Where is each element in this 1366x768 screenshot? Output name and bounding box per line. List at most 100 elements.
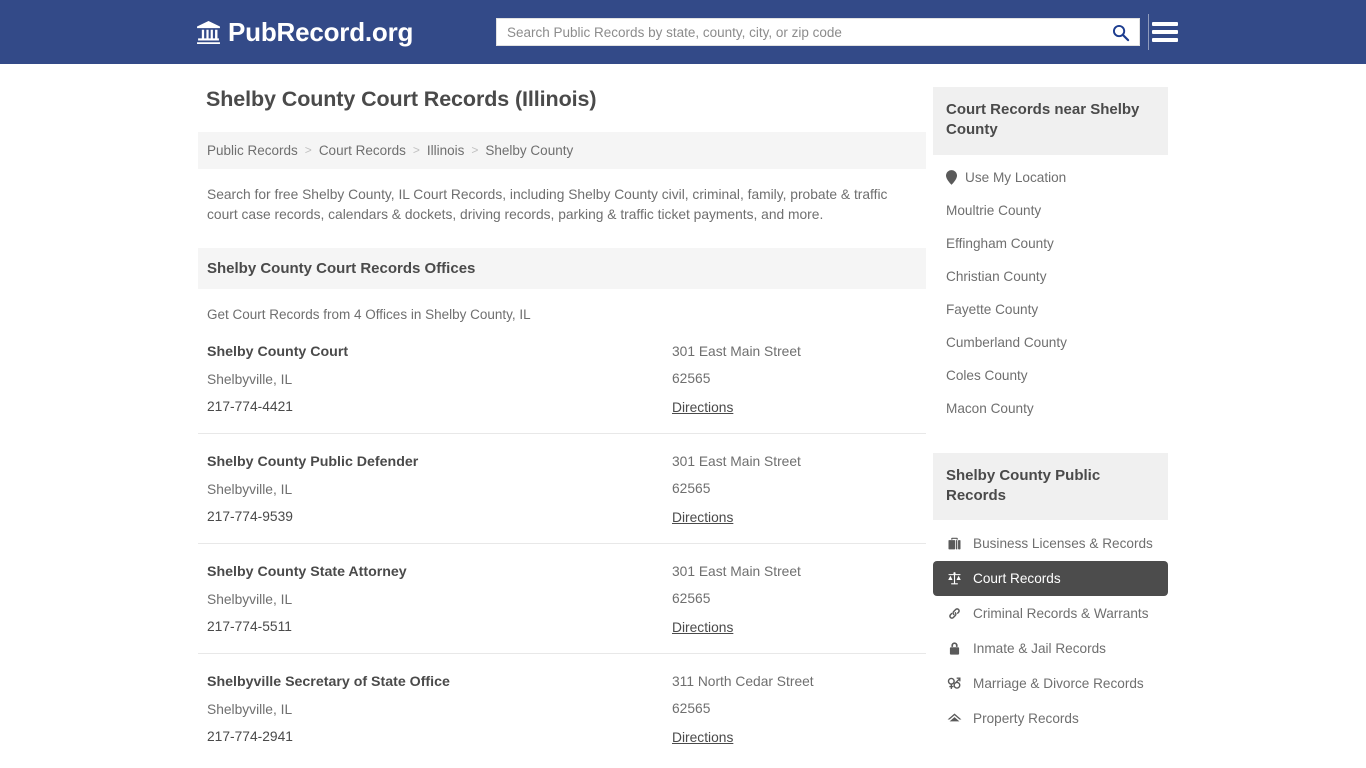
bank-icon bbox=[196, 20, 221, 45]
office-left-column: Shelby County Court Shelbyville, IL 217-… bbox=[207, 344, 672, 417]
office-row: Shelby County Public Defender Shelbyvill… bbox=[198, 434, 926, 544]
nearby-county-list: Use My Location Moultrie County Effingha… bbox=[933, 155, 1168, 429]
gender-symbols-icon bbox=[946, 675, 963, 692]
main-content: Shelby County Court Records (Illinois) P… bbox=[198, 87, 926, 768]
search-icon bbox=[1111, 23, 1130, 42]
nearby-county-cumberland[interactable]: Cumberland County bbox=[933, 326, 1168, 359]
hamburger-menu-icon[interactable] bbox=[1152, 19, 1178, 45]
page-title: Shelby County Court Records (Illinois) bbox=[206, 87, 597, 111]
page-intro-text: Search for free Shelby County, IL Court … bbox=[207, 186, 888, 223]
office-zip: 62565 bbox=[672, 591, 711, 607]
public-record-label: Business Licenses & Records bbox=[973, 536, 1153, 551]
offices-section-heading: Shelby County Court Records Offices bbox=[198, 247, 926, 289]
office-city-state: Shelbyville, IL bbox=[207, 591, 293, 607]
public-record-label: Marriage & Divorce Records bbox=[973, 676, 1144, 691]
nearby-county-moultrie[interactable]: Moultrie County bbox=[933, 194, 1168, 227]
directions-link[interactable]: Directions bbox=[672, 400, 733, 415]
office-street: 301 East Main Street bbox=[672, 563, 801, 579]
office-phone[interactable]: 217-774-2941 bbox=[207, 729, 672, 746]
breadcrumb-item-shelby-county[interactable]: Shelby County bbox=[485, 143, 573, 158]
scales-of-justice-icon bbox=[946, 570, 963, 587]
public-record-label: Property Records bbox=[973, 711, 1079, 726]
nearby-county-christian[interactable]: Christian County bbox=[933, 260, 1168, 293]
nearby-county-fayette[interactable]: Fayette County bbox=[933, 293, 1168, 326]
hamburger-bar-1 bbox=[1152, 22, 1178, 26]
search-bar[interactable] bbox=[496, 18, 1140, 46]
public-records-list: Business Licenses & Records Court Record… bbox=[933, 520, 1168, 736]
chain-link-icon bbox=[946, 605, 963, 622]
office-right-column: 301 East Main Street 62565 Directions bbox=[672, 344, 917, 417]
office-street: 301 East Main Street bbox=[672, 453, 801, 469]
office-zip: 62565 bbox=[672, 481, 711, 497]
nearby-county-label: Cumberland County bbox=[946, 334, 1067, 350]
office-phone[interactable]: 217-774-5511 bbox=[207, 619, 672, 636]
public-record-link-marriage-divorce-records[interactable]: Marriage & Divorce Records bbox=[933, 666, 1168, 701]
office-city-state: Shelbyville, IL bbox=[207, 371, 293, 387]
breadcrumb-separator: > bbox=[304, 143, 312, 158]
office-row: Shelby County State Attorney Shelbyville… bbox=[198, 544, 926, 654]
sidebar: Court Records near Shelby County Use My … bbox=[933, 87, 1168, 768]
directions-link[interactable]: Directions bbox=[672, 510, 733, 525]
directions-link[interactable]: Directions bbox=[672, 620, 733, 635]
nearby-county-macon[interactable]: Macon County bbox=[933, 392, 1168, 425]
lock-icon bbox=[946, 640, 963, 657]
house-icon bbox=[946, 710, 963, 727]
office-left-column: Shelby County Public Defender Shelbyvill… bbox=[207, 454, 672, 527]
nearby-county-label: Macon County bbox=[946, 400, 1034, 416]
office-city-state: Shelbyville, IL bbox=[207, 701, 293, 717]
offices-section-subtitle: Get Court Records from 4 Offices in Shel… bbox=[207, 306, 531, 322]
hamburger-bar-2 bbox=[1152, 30, 1178, 34]
breadcrumb-separator: > bbox=[412, 143, 420, 158]
search-input[interactable] bbox=[497, 19, 1101, 45]
nearby-court-records-panel: Court Records near Shelby County Use My … bbox=[933, 87, 1168, 429]
nearby-panel-title: Court Records near Shelby County bbox=[933, 87, 1168, 155]
office-row: Shelbyville Secretary of State Office Sh… bbox=[198, 654, 926, 763]
public-record-link-property-records[interactable]: Property Records bbox=[933, 701, 1168, 736]
page-body: Shelby County Court Records (Illinois) P… bbox=[0, 64, 1366, 768]
office-right-column: 301 East Main Street 62565 Directions bbox=[672, 454, 917, 527]
nearby-county-effingham[interactable]: Effingham County bbox=[933, 227, 1168, 260]
office-phone[interactable]: 217-774-4421 bbox=[207, 399, 672, 416]
public-record-label: Court Records bbox=[973, 571, 1061, 586]
public-record-label: Criminal Records & Warrants bbox=[973, 606, 1149, 621]
nearby-county-coles[interactable]: Coles County bbox=[933, 359, 1168, 392]
public-record-link-inmate-jail-records[interactable]: Inmate & Jail Records bbox=[933, 631, 1168, 666]
office-name: Shelby County Public Defender bbox=[207, 453, 419, 470]
site-logo-text: PubRecord.org bbox=[228, 16, 414, 47]
office-left-column: Shelby County State Attorney Shelbyville… bbox=[207, 564, 672, 637]
office-row: Shelby County Court Shelbyville, IL 217-… bbox=[198, 322, 926, 434]
nearby-county-label: Fayette County bbox=[946, 301, 1039, 317]
nearby-county-label: Moultrie County bbox=[946, 202, 1042, 218]
office-street: 311 North Cedar Street bbox=[672, 673, 814, 689]
public-records-panel-title: Shelby County Public Records bbox=[933, 452, 1168, 520]
office-left-column: Shelbyville Secretary of State Office Sh… bbox=[207, 674, 672, 747]
public-record-label: Inmate & Jail Records bbox=[973, 641, 1106, 656]
breadcrumb-separator: > bbox=[471, 143, 479, 158]
office-zip: 62565 bbox=[672, 701, 711, 717]
directions-link[interactable]: Directions bbox=[672, 730, 733, 745]
site-logo[interactable]: PubRecord.org bbox=[196, 17, 413, 48]
public-record-link-business-licenses[interactable]: Business Licenses & Records bbox=[933, 526, 1168, 561]
map-pin-icon bbox=[946, 169, 957, 185]
office-name: Shelby County Court bbox=[207, 343, 349, 360]
header-divider bbox=[1148, 14, 1149, 50]
use-my-location-button[interactable]: Use My Location bbox=[933, 161, 1168, 194]
office-name: Shelbyville Secretary of State Office bbox=[207, 673, 450, 690]
briefcase-icon bbox=[946, 535, 963, 552]
office-phone[interactable]: 217-774-9539 bbox=[207, 509, 672, 526]
nearby-county-label: Christian County bbox=[946, 268, 1047, 284]
hamburger-bar-3 bbox=[1152, 38, 1178, 42]
office-name: Shelby County State Attorney bbox=[207, 563, 407, 580]
breadcrumb-item-illinois[interactable]: Illinois bbox=[427, 143, 465, 158]
breadcrumb-item-court-records[interactable]: Court Records bbox=[319, 143, 406, 158]
breadcrumb-item-public-records[interactable]: Public Records bbox=[207, 143, 298, 158]
public-record-link-court-records[interactable]: Court Records bbox=[933, 561, 1168, 596]
office-city-state: Shelbyville, IL bbox=[207, 481, 293, 497]
office-right-column: 301 East Main Street 62565 Directions bbox=[672, 564, 917, 637]
site-header: PubRecord.org bbox=[0, 0, 1366, 64]
search-button[interactable] bbox=[1101, 19, 1139, 45]
nearby-county-label: Coles County bbox=[946, 367, 1028, 383]
office-zip: 62565 bbox=[672, 371, 711, 387]
nearby-county-label: Effingham County bbox=[946, 235, 1054, 251]
public-record-link-criminal-records[interactable]: Criminal Records & Warrants bbox=[933, 596, 1168, 631]
